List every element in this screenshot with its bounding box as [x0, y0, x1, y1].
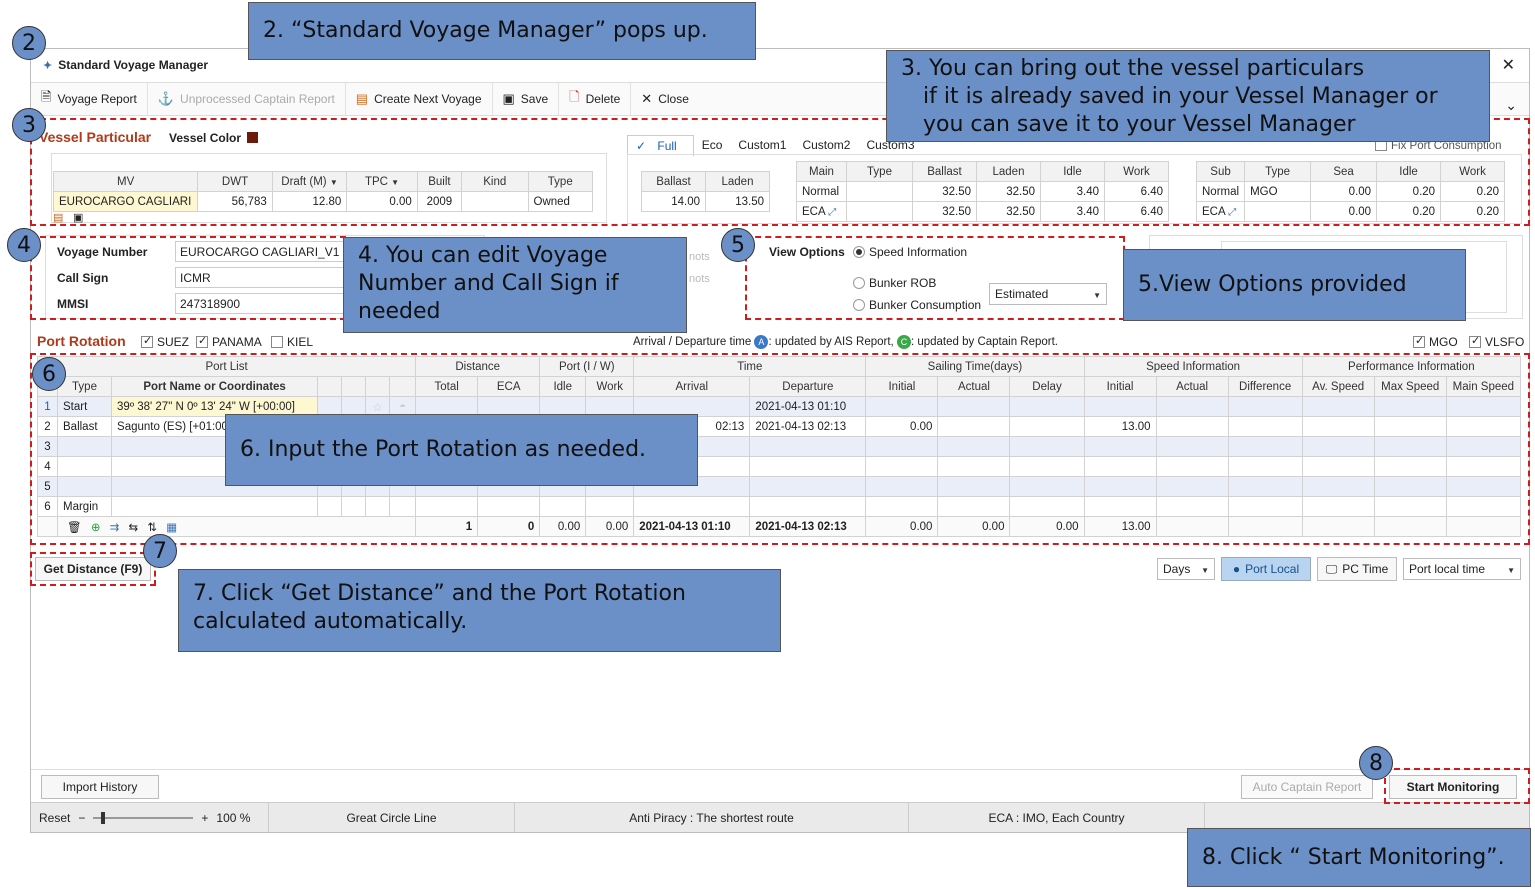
window-title: Standard Voyage Manager — [58, 58, 209, 72]
mgo-check[interactable] — [1413, 334, 1425, 348]
step-2-marker: 2 — [12, 26, 46, 60]
highlight-voyage — [30, 236, 346, 320]
vlsfo-check[interactable] — [1469, 334, 1481, 348]
days-select[interactable]: Days — [1157, 558, 1215, 580]
close-label: Close — [658, 92, 689, 106]
panama-label: PANAMA — [212, 335, 262, 349]
port-rotation-title: Port Rotation — [37, 333, 126, 349]
chevron-down-icon[interactable]: ⌄ — [1505, 97, 1517, 114]
highlight-get-distance — [30, 552, 156, 586]
zoom-slider-handle[interactable] — [101, 811, 106, 824]
callout-step-2: 2. “Standard Voyage Manager” pops up. — [248, 2, 756, 60]
anti-piracy-status[interactable]: Anti Piracy : The shortest route — [515, 803, 909, 832]
create-next-voyage-button[interactable]: ▤ Create Next Voyage — [346, 83, 493, 115]
mgo-checkbox[interactable]: MGO — [1413, 334, 1458, 349]
unprocessed-label: Unprocessed Captain Report — [180, 92, 335, 106]
save-button[interactable]: ▣ Save — [493, 83, 560, 115]
callout-3-line-1: 3. You can bring out the vessel particul… — [901, 56, 1365, 81]
delete-label: Delete — [585, 92, 621, 106]
report-icon: 🗎 — [41, 89, 52, 104]
callout-7-line-2: calculated automatically. — [193, 609, 468, 634]
kiel-label: KIEL — [287, 335, 314, 349]
delete-icon: 🗋 — [569, 89, 580, 104]
step-6-marker: 6 — [32, 357, 66, 391]
vlsfo-label: VLSFO — [1485, 335, 1525, 349]
time-zone-select[interactable]: Port local time — [1403, 558, 1521, 580]
step-4-marker: 4 — [7, 228, 41, 262]
voyage-report-label: Voyage Report — [57, 92, 137, 106]
kiel-checkbox[interactable]: KIEL — [271, 335, 313, 349]
step-3-marker: 3 — [12, 108, 46, 142]
eca-status[interactable]: ECA : IMO, Each Country — [909, 803, 1205, 832]
unprocessed-report-button[interactable]: ⚓ Unprocessed Captain Report — [148, 83, 346, 115]
kiel-check[interactable] — [271, 336, 283, 348]
zoom-out-icon[interactable]: − — [78, 811, 85, 825]
callout-step-7: 7. Click “Get Distance” and the Port Rot… — [178, 569, 781, 652]
callout-4-line-3: needed — [358, 299, 441, 324]
callout-step-4: 4. You can edit Voyage Number and Call S… — [343, 237, 687, 333]
close-x-icon: ✕ — [641, 91, 653, 106]
save-icon: ▣ — [502, 91, 515, 106]
legend-captain: : updated by Captain Report. — [910, 336, 1058, 348]
great-circle-status[interactable]: Great Circle Line — [269, 803, 515, 832]
callout-7-line-1: 7. Click “Get Distance” and the Port Rot… — [193, 581, 686, 606]
zoom-cell: Reset − + 100 % — [31, 803, 269, 832]
captain-badge-icon: C — [896, 335, 911, 349]
zoom-in-icon[interactable]: + — [201, 811, 208, 825]
knots-text-2: nots — [689, 273, 710, 285]
callout-step-5: 5.View Options provided — [1123, 249, 1466, 321]
callout-3-line-3: you can save it to your Vessel Manager — [923, 112, 1356, 137]
app-icon: ✦ — [43, 59, 53, 72]
panama-check[interactable] — [196, 334, 208, 348]
create-next-label: Create Next Voyage — [374, 92, 482, 106]
close-icon[interactable]: ✕ — [1502, 55, 1515, 75]
captain-icon: ⚓ — [157, 91, 175, 106]
vlsfo-checkbox[interactable]: VLSFO — [1469, 334, 1525, 349]
step-8-marker: 8 — [1359, 746, 1393, 780]
reset-button[interactable]: Reset — [39, 811, 70, 825]
pc-time-button[interactable]: 🖵 PC Time — [1317, 557, 1397, 581]
knots-text-1: nots — [689, 251, 710, 263]
footer-divider — [31, 769, 1529, 770]
callout-step-3: 3. You can bring out the vessel particul… — [886, 50, 1490, 142]
close-button[interactable]: ✕ Close — [631, 83, 699, 115]
globe-icon: ● — [1232, 562, 1241, 576]
time-legend: Arrival / Departure time A: updated by A… — [633, 335, 1058, 349]
port-local-button[interactable]: ● Port Local — [1221, 557, 1311, 581]
suez-check[interactable] — [141, 334, 153, 348]
step-5-marker: 5 — [721, 228, 755, 262]
callout-4-line-2: Number and Call Sign if — [358, 271, 619, 296]
auto-captain-report-button[interactable]: Auto Captain Report — [1241, 775, 1373, 799]
suez-checkbox[interactable]: SUEZ — [141, 334, 190, 349]
ais-badge-icon: A — [754, 335, 769, 349]
highlight-view-options — [745, 236, 1125, 320]
legend-prefix: Arrival / Departure time — [633, 336, 752, 348]
save-label: Save — [520, 92, 549, 106]
zoom-level: 100 % — [216, 810, 251, 825]
legend-ais: : updated by AIS Report, — [768, 336, 894, 348]
new-voyage-icon: ▤ — [355, 91, 369, 106]
zoom-slider[interactable] — [93, 811, 194, 824]
port-local-label: Port Local — [1245, 562, 1300, 576]
mgo-label: MGO — [1429, 335, 1458, 349]
monitor-icon: 🖵 — [1325, 561, 1338, 576]
import-history-button[interactable]: Import History — [41, 775, 159, 799]
pc-time-label: PC Time — [1342, 562, 1389, 576]
suez-label: SUEZ — [157, 335, 190, 349]
callout-step-8: 8. Click “ Start Monitoring”. — [1187, 828, 1531, 887]
callout-3-line-2: if it is already saved in your Vessel Ma… — [923, 84, 1438, 109]
callout-step-6: 6. Input the Port Rotation as needed. — [225, 414, 698, 486]
panama-checkbox[interactable]: PANAMA — [196, 334, 262, 349]
callout-4-line-1: 4. You can edit Voyage — [358, 243, 608, 268]
step-7-marker: 7 — [143, 534, 177, 568]
highlight-start-monitoring — [1384, 768, 1530, 804]
voyage-report-button[interactable]: 🗎 Voyage Report — [31, 83, 148, 115]
delete-button[interactable]: 🗋 Delete — [559, 83, 632, 115]
